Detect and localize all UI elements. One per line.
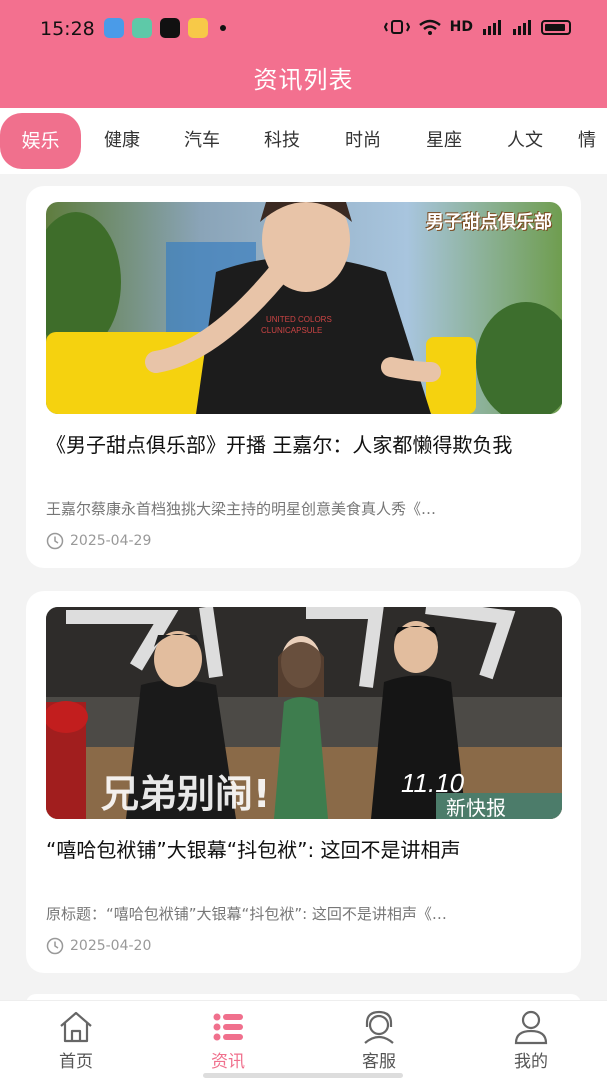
vibrate-icon [383,20,410,34]
network-type-label: HD [449,19,473,35]
article-thumbnail: 兄弟别闹! 11.10 新快报 [46,607,562,819]
tab-tech[interactable]: 科技 [246,121,318,161]
tab-culture[interactable]: 人文 [489,121,561,161]
article-summary: 原标题：“嘻哈包袱铺”大银幕“抖包袱”: 这回不是讲相声《… [46,905,447,923]
headset-icon [364,1010,394,1044]
svg-text:UNITED COLORS: UNITED COLORS [266,315,332,324]
wifi-icon [418,19,441,35]
nav-news-label: 资讯 [211,1052,245,1072]
nav-news[interactable]: 资讯 [188,1009,268,1072]
article-card[interactable]: 兄弟别闹! 11.10 新快报 “嘻哈包袱铺”大银幕“抖包袱”: 这回不是讲相声… [26,591,581,973]
tab-emotion[interactable]: 情 [578,121,607,161]
cloud-app-icon [104,18,124,38]
signal-icon-2 [513,20,531,35]
tab-horoscope[interactable]: 星座 [408,121,480,161]
nav-profile[interactable]: 我的 [491,1009,571,1072]
app-header: 15:28 HD 资讯列表 [0,0,607,108]
article-title[interactable]: 《男子甜点俱乐部》开播 王嘉尔：人家都懒得欺负我 [46,429,562,461]
category-tabs: 娱乐 健康 汽车 科技 时尚 星座 人文 情 [0,108,607,174]
bottom-nav: 首页 资讯 客服 我的 [0,1000,607,1080]
article-summary: 王嘉尔蔡康永首档独挑大梁主持的明星创意美食真人秀《… [46,500,437,518]
page-title: 资讯列表 [253,66,354,94]
status-bar: 15:28 HD [0,0,607,60]
nav-service-label: 客服 [362,1052,396,1072]
user-icon [514,1010,548,1045]
article-thumbnail: UNITED COLORS CLUNICAPSULE 男子甜点俱乐部 [46,202,562,414]
tab-entertainment[interactable]: 娱乐 [0,113,81,169]
battery-icon [541,19,571,35]
clock-icon [46,532,64,550]
list-icon [213,1013,243,1041]
signal-icon [483,20,501,35]
tab-auto[interactable]: 汽车 [166,121,238,161]
article-date: 2025-04-29 [46,532,151,550]
nav-service[interactable]: 客服 [339,1009,419,1072]
home-icon [60,1011,92,1043]
clock-icon [46,937,64,955]
article-date-text: 2025-04-20 [70,938,152,954]
home-indicator [203,1073,403,1078]
nav-home-label: 首页 [59,1052,93,1072]
phone-app-icon [132,18,152,38]
svg-text:兄弟别闹!: 兄弟别闹! [101,772,270,816]
nav-profile-label: 我的 [514,1052,548,1072]
article-card[interactable]: UNITED COLORS CLUNICAPSULE 男子甜点俱乐部 《男子甜点… [26,186,581,568]
more-dot-icon [220,25,226,31]
tiktok-app-icon [160,18,180,38]
svg-text:新快报: 新快报 [446,796,506,819]
system-icons: HD [383,18,571,36]
article-date-text: 2025-04-29 [70,533,152,549]
thumbnail-logo: 男子甜点俱乐部 [426,212,552,233]
message-app-icon [188,18,208,38]
nav-home[interactable]: 首页 [36,1009,116,1072]
status-time: 15:28 [40,18,95,40]
article-title[interactable]: “嘻哈包袱铺”大银幕“抖包袱”: 这回不是讲相声 [46,834,562,866]
tab-fashion[interactable]: 时尚 [327,121,399,161]
article-date: 2025-04-20 [46,937,151,955]
svg-text:CLUNICAPSULE: CLUNICAPSULE [261,326,322,335]
tab-health[interactable]: 健康 [86,121,158,161]
notification-icons [104,18,226,38]
